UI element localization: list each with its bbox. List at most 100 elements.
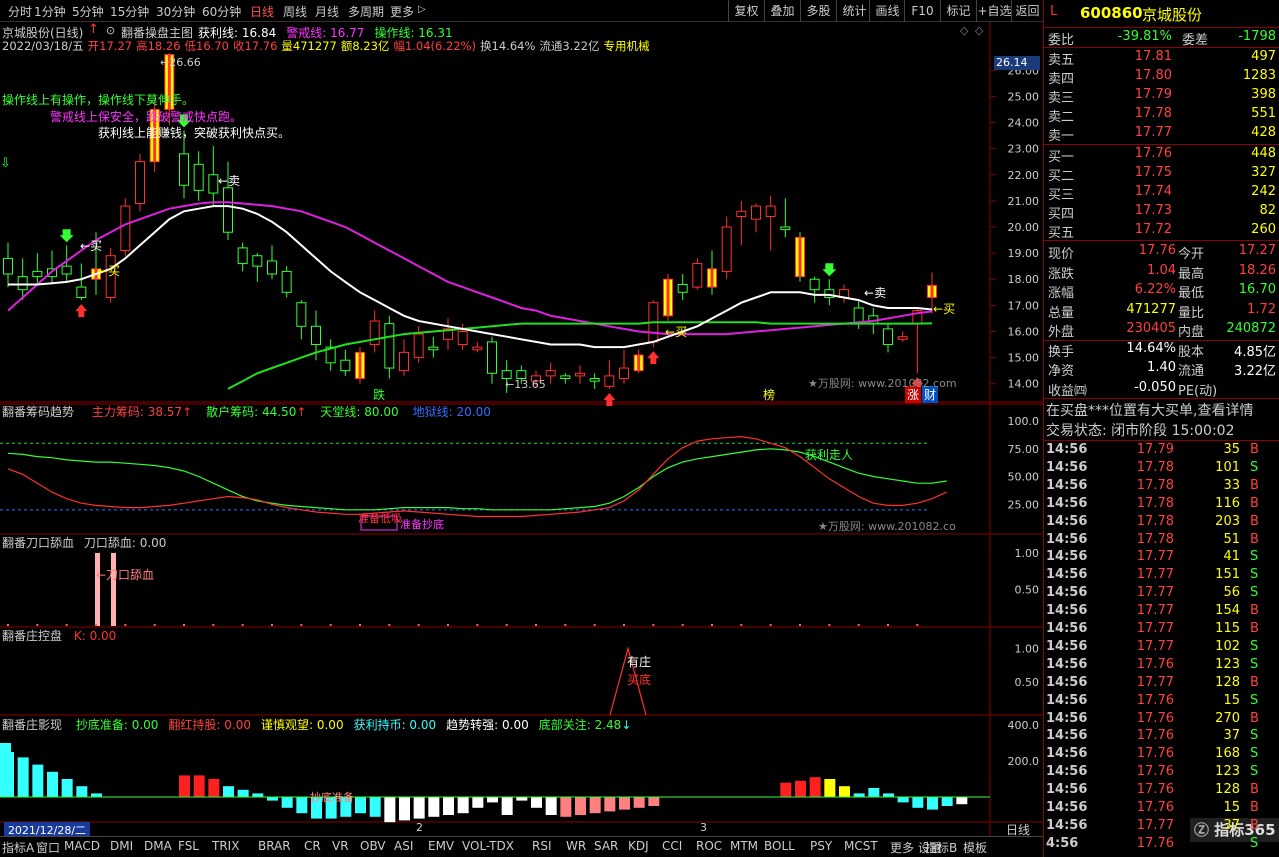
panel3-title[interactable]: 翻番刀口舔血 — [2, 536, 74, 550]
shadow-bar — [604, 797, 616, 812]
indicator-tab[interactable]: PSY — [810, 839, 832, 853]
chart-area[interactable]: 26.0025.0024.0023.0022.0021.0020.0019.00… — [0, 22, 1043, 836]
shadow-bar — [575, 797, 586, 815]
tick-row: 14:56 17.76 270 B — [1046, 710, 1259, 726]
month-label: 3 — [700, 821, 707, 834]
tick-row: 14:56 17.77 56 S — [1046, 585, 1259, 601]
indicator-tab[interactable]: KDJ — [628, 839, 649, 853]
shadow-value: 抄底准备: 0.00 — [75, 718, 159, 732]
ask-row: 卖一 17.77 428 — [1048, 125, 1276, 144]
price-tick-label: 19.00 — [1008, 247, 1040, 260]
indicator-tab[interactable]: EMV — [428, 839, 454, 853]
candle-body — [311, 325, 321, 346]
shadow-bar — [809, 777, 821, 797]
indicator-tab[interactable]: MCST — [844, 839, 878, 853]
indicator-tab[interactable]: WR — [566, 839, 586, 853]
indicator-tab[interactable]: VR — [332, 839, 349, 853]
template-tab[interactable]: 模板 — [963, 839, 987, 856]
shadow-bar — [457, 797, 469, 814]
shadow-bar — [369, 797, 381, 817]
tick-row: 4:56 17.76 S — [1046, 835, 1259, 851]
candle-body — [281, 270, 292, 293]
ask-row: 卖四 17.80 1283 — [1048, 68, 1276, 87]
timeframe-tab[interactable]: 30分钟 — [156, 3, 195, 20]
shadow-bar — [413, 797, 425, 819]
indicator-tab[interactable]: BOLL — [764, 839, 795, 853]
shadow-bar — [237, 789, 249, 797]
timeframe-tab[interactable]: 日线 — [250, 3, 274, 20]
indicator-tab[interactable]: RSI — [532, 839, 552, 853]
more-arrow-icon[interactable]: ▷ — [418, 4, 426, 15]
toolbar-button[interactable]: +自选 — [976, 0, 1012, 22]
shadow-bar — [501, 797, 513, 815]
price-tick-label: 18.00 — [1008, 273, 1040, 286]
shadow-bar — [487, 797, 498, 803]
shadow-bar — [619, 797, 630, 810]
toolbar-button[interactable]: 多股 — [800, 0, 836, 22]
timeframe-tab[interactable]: 15分钟 — [110, 3, 149, 20]
big-order-notice[interactable]: 在买盘***位置有大买单,查看详情 — [1046, 400, 1253, 420]
panel5-title[interactable]: 翻番庄影现 — [2, 718, 62, 732]
indicator-tab[interactable]: MACD — [64, 839, 100, 853]
timeframe-tab[interactable]: 周线 — [283, 3, 307, 20]
dot-mark — [241, 624, 244, 626]
price-tick-label: 24.00 — [1008, 117, 1040, 130]
toolbar-button[interactable]: 画线 — [869, 0, 905, 22]
indicator-tab[interactable]: BRAR — [258, 839, 291, 853]
tick-row: 14:56 17.76 128 B — [1046, 782, 1259, 798]
dot-mark — [153, 624, 156, 626]
candle-body — [252, 255, 263, 267]
timeframe-tab[interactable]: 更多 — [390, 3, 414, 20]
dot-mark — [593, 624, 596, 626]
dot-mark — [183, 624, 185, 626]
timeframe-tab[interactable]: 5分钟 — [72, 3, 104, 20]
indicator-tab[interactable]: OBV — [360, 839, 386, 853]
toolbar-button[interactable]: 叠加 — [764, 0, 800, 22]
indicator-tab[interactable]: TRIX — [212, 839, 239, 853]
shadow-bar — [179, 775, 190, 797]
timeframe-tab[interactable]: 60分钟 — [202, 3, 241, 20]
timeframe-tab[interactable]: 1分钟 — [34, 3, 66, 20]
toolbar-button[interactable]: 标记 — [940, 0, 976, 22]
indicator-tab[interactable]: MTM — [730, 839, 758, 853]
panel2-title[interactable]: 翻番筹码趋势 — [2, 405, 74, 419]
indicator-tab[interactable]: CR — [304, 839, 321, 853]
indicator-tab[interactable]: DMI — [110, 839, 133, 853]
indicator-tab[interactable]: VOL-TDX — [462, 839, 514, 853]
panel4-title[interactable]: 翻番庄控盘 — [2, 629, 62, 643]
bid-row: 买三 17.74 242 — [1048, 184, 1276, 203]
indicator-tab[interactable]: 指标A — [2, 839, 34, 856]
ask-row: 卖五 17.81 497 — [1048, 49, 1276, 68]
indicator-tab[interactable]: 更多 — [890, 839, 914, 856]
toolbar-button[interactable]: 统计 — [836, 0, 872, 22]
candle-body — [809, 278, 820, 291]
indicator-tab[interactable]: FSL — [178, 839, 199, 853]
high-label: ←26.66 — [160, 56, 201, 69]
dot-mark — [212, 624, 215, 626]
toolbar-button[interactable]: 返回 — [1011, 0, 1043, 22]
price-tick-label: 20.00 — [1008, 221, 1040, 234]
toolbar-button[interactable]: 复权 — [728, 0, 764, 22]
indicator-b-tab[interactable]: 指标B — [925, 839, 957, 856]
timeframe-tab[interactable]: 分时 — [8, 3, 32, 20]
shadow-bar — [76, 786, 88, 797]
shadow-bar — [32, 764, 44, 797]
indicator-tab[interactable]: CCI — [662, 839, 682, 853]
stat-row: 换手 14.64% 股本 4.85亿 — [1048, 340, 1276, 360]
timeframe-tab[interactable]: 多周期 — [348, 3, 384, 20]
toolbar-button[interactable]: F10 — [904, 0, 940, 22]
indicator-tab[interactable]: SAR — [594, 839, 618, 853]
dot-mark — [505, 624, 508, 626]
shadow-value: 趋势转强: 0.00 — [446, 718, 529, 732]
timeframe-tab[interactable]: 月线 — [315, 3, 339, 20]
indicator-tab[interactable]: ASI — [394, 839, 413, 853]
indicator-tab[interactable]: DMA — [144, 839, 172, 853]
tick-row: 14:56 17.77 37 B — [1046, 817, 1259, 833]
chip-value: 主力筹码: 38.57↑ — [91, 405, 193, 419]
indicator-tab[interactable]: ROC — [696, 839, 722, 853]
knife-bar — [111, 552, 116, 626]
indicator-tab[interactable]: 窗口 — [36, 839, 60, 856]
bid-row: 买二 17.75 327 — [1048, 165, 1276, 184]
weicha-label: 委差 — [1182, 33, 1209, 48]
dot-mark — [623, 624, 625, 626]
